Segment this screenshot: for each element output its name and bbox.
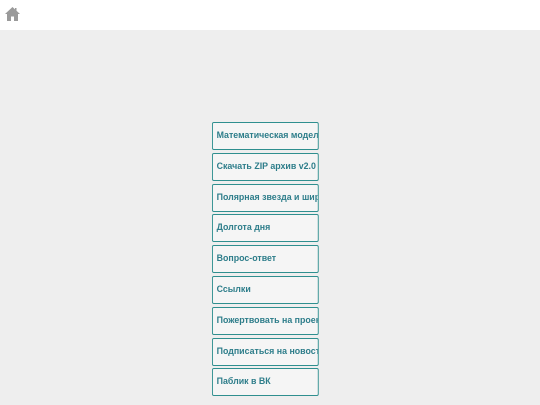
menu-item-label: Долгота дня [216,222,271,234]
top-bar [0,0,540,30]
menu-item-subscribe[interactable]: Подписаться на новости [212,337,319,366]
menu-item-label: Полярная звезда и широты [216,191,319,203]
menu-item-donate[interactable]: Пожертвовать на проект [212,306,319,335]
menu-item-label: Подписаться на новости [216,345,319,357]
menu-item-vk-public[interactable]: Паблик в ВК [212,368,319,397]
menu-item-label: Ссылки [216,283,251,295]
menu-item-faq[interactable]: Вопрос-ответ [212,245,319,274]
menu-item-math-model[interactable]: Математическая модель ПЗ [212,122,319,150]
menu-item-label: Пожертвовать на проект [216,314,319,326]
menu-item-polar-star[interactable]: Полярная звезда и широты [212,183,319,212]
menu-item-download-zip[interactable]: Скачать ZIP архив v2.0 [212,152,319,181]
menu-item-label: Вопрос-ответ [216,253,277,265]
home-button[interactable] [4,6,22,24]
main-menu: Математическая модель ПЗ Скачать ZIP арх… [212,122,328,399]
menu-item-label: Математическая модель ПЗ [216,130,319,141]
menu-item-links[interactable]: Ссылки [212,275,319,304]
menu-item-day-length[interactable]: Долгота дня [212,214,319,243]
menu-item-label: Паблик в ВК [216,376,271,388]
home-icon [5,7,20,21]
menu-item-label: Скачать ZIP архив v2.0 [216,160,316,172]
